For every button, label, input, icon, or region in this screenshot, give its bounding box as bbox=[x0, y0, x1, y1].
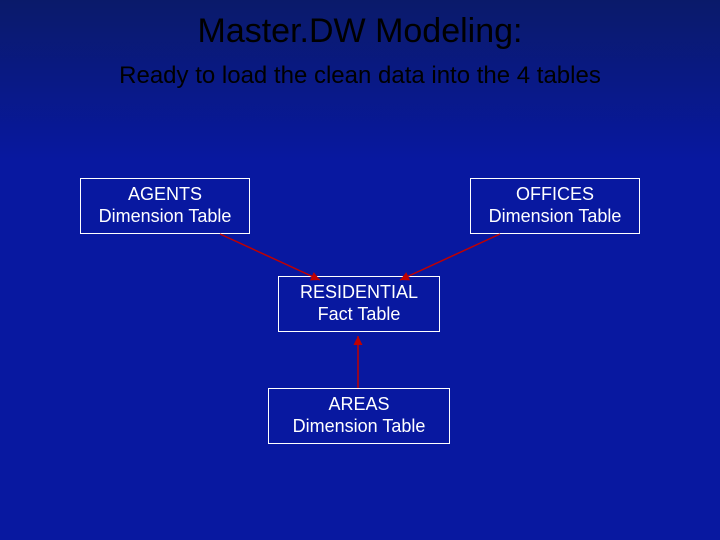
slide-subtitle: Ready to load the clean data into the 4 … bbox=[0, 62, 720, 90]
agents-dimension-box: AGENTS Dimension Table bbox=[80, 178, 250, 234]
arrow-agents-to-fact bbox=[220, 234, 320, 280]
slide-title: Master.DW Modeling: bbox=[0, 12, 720, 51]
areas-dimension-box: AREAS Dimension Table bbox=[268, 388, 450, 444]
offices-dimension-box: OFFICES Dimension Table bbox=[470, 178, 640, 234]
arrow-offices-to-fact bbox=[400, 234, 500, 280]
residential-fact-box: RESIDENTIAL Fact Table bbox=[278, 276, 440, 332]
